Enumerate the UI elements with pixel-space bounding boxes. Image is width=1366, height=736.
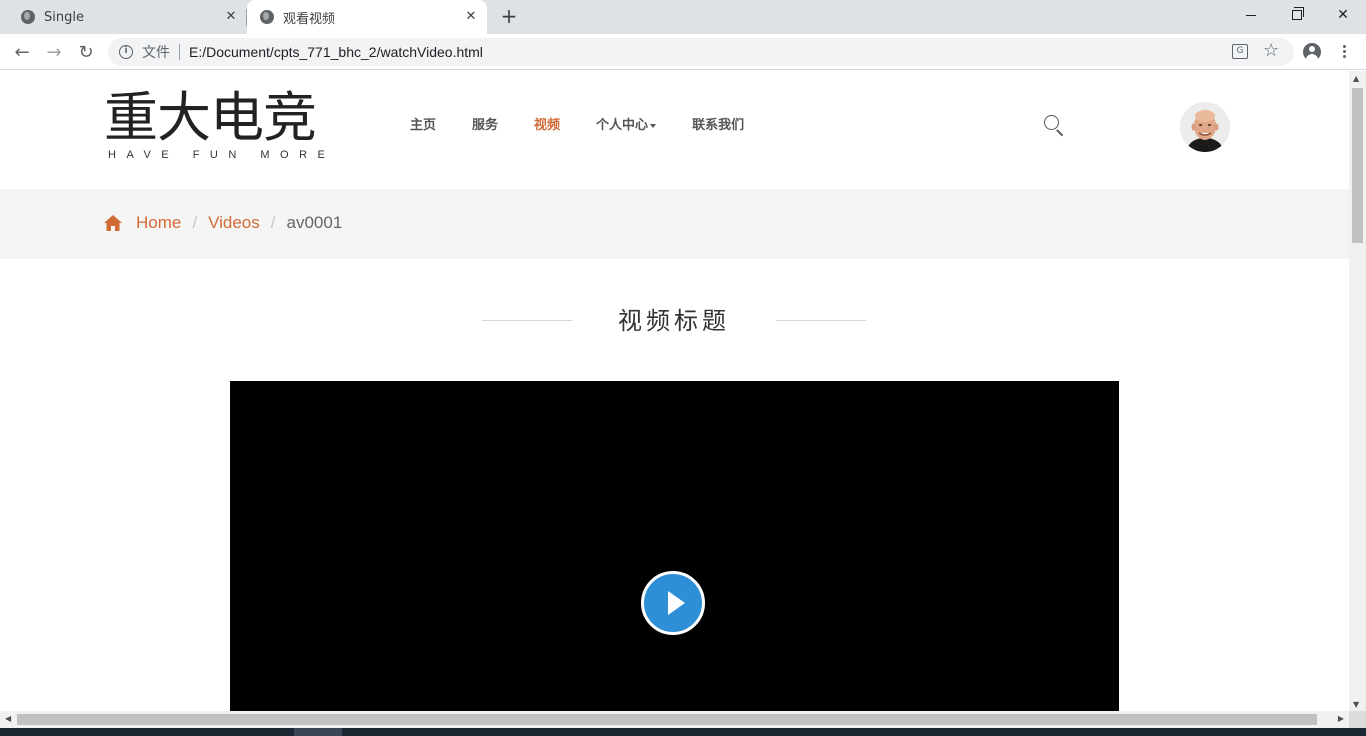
nav-item-services[interactable]: 服务 — [472, 117, 498, 135]
nav-item-videos[interactable]: 视频 — [534, 117, 560, 135]
horizontal-scrollbar[interactable]: ◀ ▶ — [0, 711, 1349, 728]
scroll-up-icon[interactable]: ▲ — [1353, 74, 1359, 83]
browser-toolbar: ← → ↻ i 文件 E:/Document/cpts_771_bhc_2/wa… — [0, 34, 1366, 70]
caret-down-icon — [650, 123, 657, 128]
breadcrumb-videos[interactable]: Videos — [208, 213, 260, 233]
site-header: 重大电竞 HAVE FUN MORE 主页 服务 视频 个人中心 联系我们 — [0, 71, 1349, 189]
info-icon[interactable]: i — [119, 45, 133, 59]
browser-menu-icon[interactable] — [1338, 43, 1350, 61]
nav-item-contact[interactable]: 联系我们 — [692, 117, 744, 135]
page-viewport: 重大电竞 HAVE FUN MORE 主页 服务 视频 个人中心 联系我们 Ho… — [0, 71, 1349, 711]
video-player[interactable] — [230, 381, 1119, 711]
video-title-section: 视频标题 — [0, 303, 1349, 343]
search-icon[interactable] — [1043, 114, 1065, 137]
scroll-right-icon[interactable]: ▶ — [1338, 714, 1344, 723]
title-divider-right — [776, 320, 866, 321]
close-icon[interactable]: ✕ — [463, 9, 479, 25]
breadcrumb: Home / Videos / av0001 — [104, 213, 342, 233]
taskbar-active-app[interactable] — [294, 728, 342, 736]
video-title: 视频标题 — [618, 307, 730, 335]
tab-title: Single — [44, 9, 84, 25]
breadcrumb-current: av0001 — [286, 213, 343, 232]
main-nav: 主页 服务 视频 个人中心 联系我们 — [410, 117, 780, 135]
vertical-scroll-thumb[interactable] — [1352, 88, 1363, 243]
tab-watch-video[interactable]: 观看视频 ✕ — [247, 0, 487, 34]
translate-icon[interactable]: G — [1232, 44, 1248, 59]
nav-item-home[interactable]: 主页 — [410, 117, 436, 135]
breadcrumb-separator: / — [192, 213, 198, 232]
horizontal-scroll-thumb[interactable] — [17, 714, 1317, 725]
forward-button[interactable]: → — [42, 40, 66, 64]
site-tagline: HAVE FUN MORE — [108, 149, 336, 161]
breadcrumb-bar: Home / Videos / av0001 — [0, 189, 1349, 259]
url-text[interactable]: E:/Document/cpts_771_bhc_2/watchVideo.ht… — [189, 44, 483, 60]
back-button[interactable]: ← — [10, 40, 34, 64]
breadcrumb-home[interactable]: Home — [136, 213, 181, 233]
os-taskbar — [0, 728, 1366, 736]
play-button[interactable] — [641, 571, 705, 635]
title-divider-left — [482, 320, 572, 321]
window-close-button[interactable]: ✕ — [1320, 0, 1366, 30]
scrollbar-corner — [1349, 711, 1366, 728]
bookmark-star-icon[interactable]: ☆ — [1263, 41, 1279, 61]
scroll-left-icon[interactable]: ◀ — [5, 714, 11, 723]
nav-item-label: 个人中心 — [596, 118, 649, 133]
address-bar[interactable]: i 文件 E:/Document/cpts_771_bhc_2/watchVid… — [108, 38, 1294, 66]
tab-title: 观看视频 — [283, 11, 336, 27]
close-icon[interactable]: ✕ — [223, 9, 239, 25]
breadcrumb-separator: / — [270, 213, 276, 232]
vertical-scrollbar[interactable]: ▲ ▼ — [1349, 71, 1366, 711]
scroll-down-icon[interactable]: ▼ — [1353, 700, 1359, 709]
tab-single[interactable]: Single ✕ — [0, 0, 246, 34]
site-logo[interactable]: 重大电竞 — [104, 87, 317, 149]
reload-button[interactable]: ↻ — [74, 40, 98, 64]
minimize-button[interactable] — [1228, 0, 1274, 30]
new-tab-button[interactable]: + — [499, 6, 519, 27]
nav-item-user-center[interactable]: 个人中心 — [596, 117, 657, 135]
file-scheme-label: 文件 — [142, 45, 170, 61]
avatar[interactable] — [1180, 102, 1230, 152]
tab-strip: Single ✕ 观看视频 ✕ + ✕ — [0, 0, 1366, 34]
omnibox-divider — [179, 44, 180, 60]
restore-button[interactable] — [1274, 0, 1320, 30]
profile-icon[interactable] — [1303, 43, 1321, 61]
globe-icon — [21, 10, 35, 24]
globe-icon — [260, 10, 274, 24]
home-icon[interactable] — [104, 215, 122, 231]
